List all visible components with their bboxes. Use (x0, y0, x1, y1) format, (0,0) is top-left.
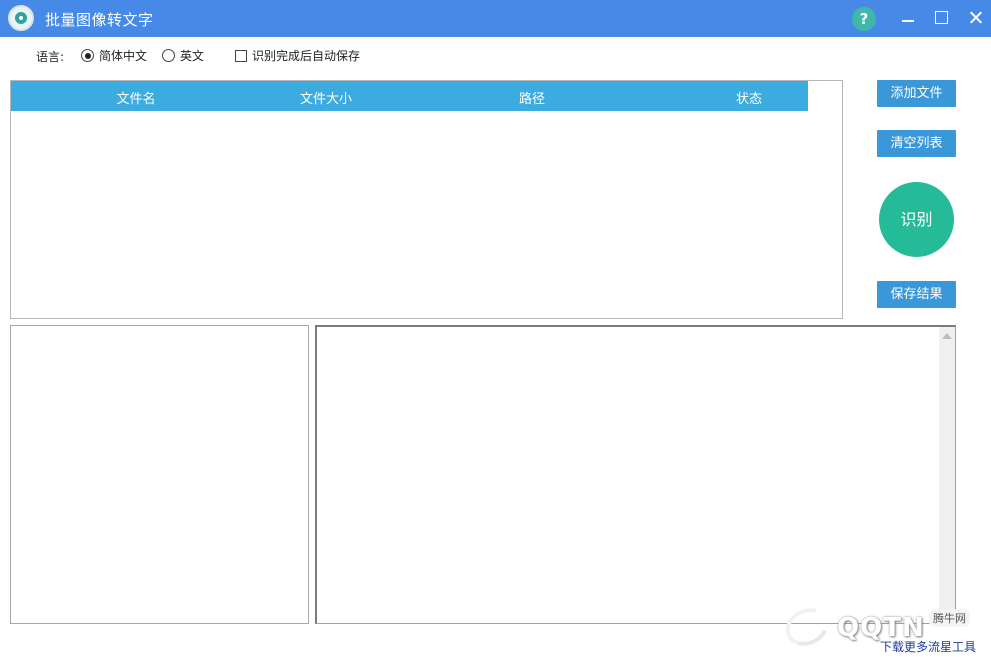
maximize-icon[interactable] (928, 6, 954, 30)
table-header: 文件名 文件大小 路径 状态 (11, 81, 808, 111)
language-radio-english[interactable]: 英文 (162, 47, 204, 64)
file-list-table[interactable]: 文件名 文件大小 路径 状态 (10, 80, 843, 319)
checkbox-icon[interactable] (235, 49, 247, 62)
column-header-filename[interactable]: 文件名 (71, 88, 201, 107)
window-title: 批量图像转文字 (45, 11, 154, 29)
watermark-site-label: 腾牛网 (929, 609, 970, 627)
column-header-status[interactable]: 状态 (684, 88, 814, 107)
auto-save-checkbox[interactable]: 识别完成后自动保存 (235, 47, 360, 64)
language-option-label: 简体中文 (99, 49, 148, 63)
more-tools-link[interactable]: 下载更多流星工具 (880, 638, 976, 655)
language-label: 语言: (36, 50, 65, 64)
language-option-label: 英文 (180, 49, 205, 63)
save-result-button[interactable]: 保存结果 (877, 281, 956, 308)
auto-save-label: 识别完成后自动保存 (252, 49, 361, 63)
radio-unselected-icon[interactable] (162, 49, 175, 62)
vertical-scrollbar[interactable] (939, 327, 955, 623)
column-header-filesize[interactable]: 文件大小 (261, 88, 391, 107)
minimize-icon[interactable] (895, 6, 921, 30)
app-logo-icon (8, 5, 34, 31)
radio-selected-icon[interactable] (81, 49, 94, 62)
result-text-area[interactable] (315, 325, 956, 624)
clear-list-button[interactable]: 清空列表 (877, 130, 956, 157)
scroll-up-arrow-icon[interactable] (942, 333, 952, 339)
help-icon[interactable]: ? (852, 7, 876, 31)
options-bar: 语言: 简体中文 英文 识别完成后自动保存 (0, 46, 991, 66)
image-preview-pane (10, 325, 309, 624)
title-bar: 批量图像转文字 ? (0, 0, 991, 37)
column-header-path[interactable]: 路径 (467, 88, 597, 107)
watermark-swoosh-icon (779, 601, 835, 653)
add-file-button[interactable]: 添加文件 (877, 80, 956, 107)
language-radio-chinese[interactable]: 简体中文 (81, 47, 147, 64)
recognize-button[interactable]: 识别 (879, 182, 954, 257)
close-icon[interactable] (963, 6, 989, 30)
